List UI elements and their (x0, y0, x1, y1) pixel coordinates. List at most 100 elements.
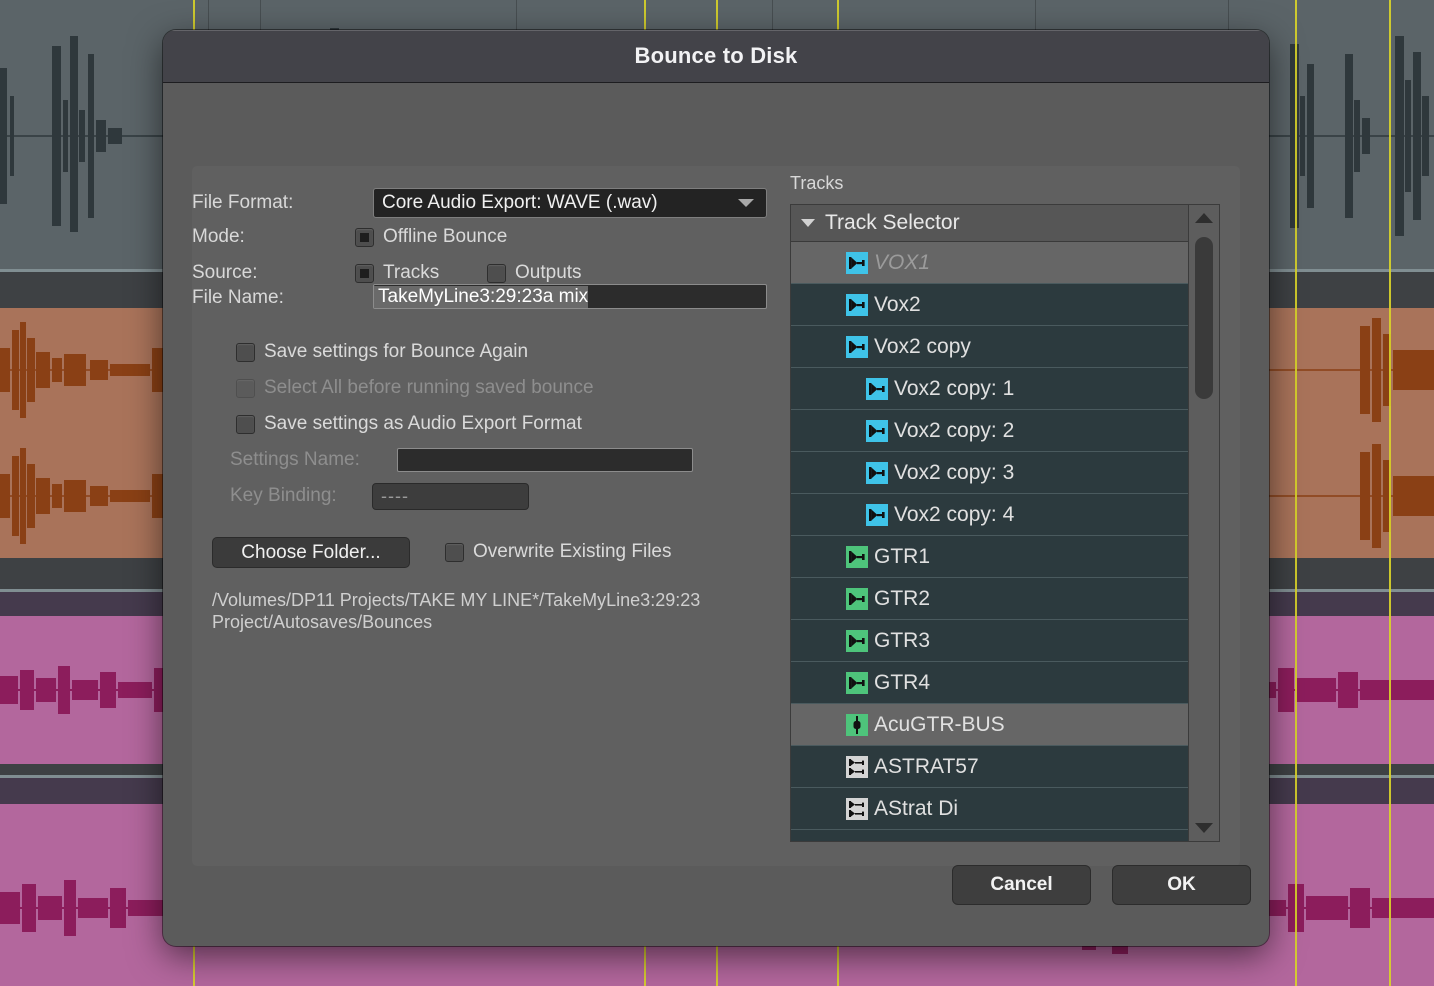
track-label: GTR3 (874, 628, 931, 652)
source-outputs-label: Outputs (515, 262, 582, 283)
track-label: Vox2 (874, 292, 921, 316)
offline-bounce-checkbox-row[interactable]: Offline Bounce (355, 225, 507, 249)
dialog-titlebar: Bounce to Disk (163, 30, 1269, 83)
track-row[interactable]: Vox2 copy: 4 (791, 494, 1189, 536)
file-format-row: File Format: (192, 188, 293, 218)
marker-line (1389, 0, 1391, 986)
track-label: VOX1 (874, 250, 931, 274)
mono-track-icon (866, 377, 888, 400)
track-row[interactable]: Vox2 copy: 1 (791, 368, 1189, 410)
track-row[interactable]: AStrat Di (791, 788, 1189, 830)
file-name-label: File Name: (192, 287, 284, 308)
tracks-heading: Tracks (790, 173, 844, 193)
track-label: Vox2 copy: 2 (894, 418, 1015, 442)
offline-bounce-label: Offline Bounce (383, 226, 508, 247)
key-binding-input[interactable]: ---- (372, 483, 529, 510)
mono-track-icon (846, 545, 868, 568)
track-selector-header[interactable]: Track Selector (791, 205, 1189, 242)
file-format-value: Core Audio Export: WAVE (.wav) (382, 192, 658, 213)
select-all-label: Select All before running saved bounce (264, 377, 594, 398)
track-selector-label: Track Selector (825, 211, 960, 234)
track-row[interactable]: GTR3 (791, 620, 1189, 662)
source-row: Source: (192, 261, 257, 285)
cancel-button[interactable]: Cancel (952, 865, 1091, 905)
stereo-track-icon (846, 797, 868, 820)
track-label: Vox2 copy: 1 (894, 376, 1015, 400)
track-row[interactable]: Vox2 copy: 3 (791, 452, 1189, 494)
overwrite-existing-files-label: Overwrite Existing Files (473, 541, 672, 562)
dialog-footer: Cancel OK (163, 837, 1269, 946)
track-row[interactable]: VOX1 (791, 242, 1189, 284)
save-audio-export-checkbox[interactable] (236, 414, 255, 434)
track-row[interactable]: GTR1 (791, 536, 1189, 578)
mode-row: Mode: (192, 225, 245, 249)
track-row[interactable]: GTR4 (791, 662, 1189, 704)
track-label: GTR1 (874, 544, 931, 568)
key-binding-row: Key Binding: (230, 484, 337, 508)
track-label: Vox2 copy: 3 (894, 460, 1015, 484)
mono-track-icon (846, 587, 868, 610)
bounce-to-disk-dialog: Bounce to Disk File Format: Core Audio E… (163, 30, 1269, 946)
save-audio-export-label: Save settings as Audio Export Format (264, 413, 582, 434)
chevron-down-icon (738, 199, 754, 207)
save-bounce-again-label: Save settings for Bounce Again (264, 341, 529, 362)
track-label: Vox2 copy (874, 334, 971, 358)
track-row[interactable]: Vox2 copy (791, 326, 1189, 368)
ok-button[interactable]: OK (1112, 865, 1251, 905)
save-audio-export-row[interactable]: Save settings as Audio Export Format (236, 412, 582, 436)
track-label: Vox2 copy: 4 (894, 502, 1015, 526)
file-format-label: File Format: (192, 192, 294, 213)
dialog-body: File Format: Core Audio Export: WAVE (.w… (163, 83, 1269, 946)
settings-name-input[interactable] (397, 448, 693, 472)
mode-label: Mode: (192, 226, 245, 247)
bounce-destination-path: /Volumes/DP11 Projects/TAKE MY LINE*/Tak… (212, 590, 701, 632)
source-outputs-checkbox[interactable] (487, 263, 506, 283)
disclosure-triangle-icon[interactable] (801, 219, 815, 227)
source-tracks-checkbox[interactable] (355, 263, 374, 283)
source-tracks-checkbox-row[interactable]: Tracks (355, 261, 439, 285)
mono-track-icon (846, 251, 868, 274)
track-label: ASTRAT57 (874, 754, 979, 778)
track-list-scroll-area: Track Selector VOX1 Vox2 Vox2 copy Vox2 cop… (791, 205, 1189, 841)
track-row[interactable]: Vox2 copy: 2 (791, 410, 1189, 452)
mono-track-icon (866, 461, 888, 484)
save-bounce-again-checkbox[interactable] (236, 342, 255, 362)
overwrite-existing-files-row[interactable]: Overwrite Existing Files (445, 541, 672, 563)
file-format-dropdown[interactable]: Core Audio Export: WAVE (.wav) (373, 188, 767, 218)
track-row[interactable]: ASTRAT57 (791, 746, 1189, 788)
save-bounce-again-row[interactable]: Save settings for Bounce Again (236, 340, 528, 364)
mono-track-icon (846, 293, 868, 316)
select-all-checkbox (236, 378, 255, 398)
track-label: AcuGTR-BUS (874, 712, 1005, 736)
dialog-title: Bounce to Disk (634, 43, 798, 68)
mono-track-icon (866, 503, 888, 526)
track-selector-list: Track Selector VOX1 Vox2 Vox2 copy Vox2 cop… (790, 204, 1220, 842)
track-row[interactable]: GTR2 (791, 578, 1189, 620)
source-tracks-label: Tracks (383, 262, 440, 283)
mono-track-icon (846, 671, 868, 694)
overwrite-existing-files-checkbox[interactable] (445, 542, 464, 562)
settings-name-label: Settings Name: (230, 449, 360, 470)
content-panel: File Format: Core Audio Export: WAVE (.w… (192, 166, 1240, 866)
mono-track-icon (846, 629, 868, 652)
choose-folder-button[interactable]: Choose Folder... (212, 537, 410, 568)
bus-icon (846, 713, 868, 736)
track-list-scrollbar[interactable] (1188, 205, 1219, 841)
track-rows-container: VOX1 Vox2 Vox2 copy Vox2 copy: 1 Vox2 copy: … (791, 242, 1189, 830)
scroll-up-arrow-icon[interactable] (1195, 213, 1214, 223)
track-label: GTR4 (874, 670, 931, 694)
track-row[interactable]: Vox2 (791, 284, 1189, 326)
file-name-input[interactable]: TakeMyLine3:29:23a mix (373, 284, 767, 309)
file-name-value: TakeMyLine3:29:23a mix (374, 285, 589, 308)
track-row[interactable]: AcuGTR-BUS (791, 704, 1189, 746)
marker-line (1295, 0, 1297, 986)
source-label: Source: (192, 262, 258, 283)
source-outputs-checkbox-row[interactable]: Outputs (487, 261, 582, 285)
scroll-down-arrow-icon[interactable] (1195, 823, 1214, 833)
scrollbar-thumb[interactable] (1195, 237, 1214, 399)
key-binding-value: ---- (381, 486, 409, 506)
file-name-row: File Name: (192, 286, 284, 310)
track-label: AStrat Di (874, 796, 959, 820)
offline-bounce-checkbox[interactable] (355, 227, 374, 247)
select-all-row: Select All before running saved bounce (236, 376, 594, 400)
